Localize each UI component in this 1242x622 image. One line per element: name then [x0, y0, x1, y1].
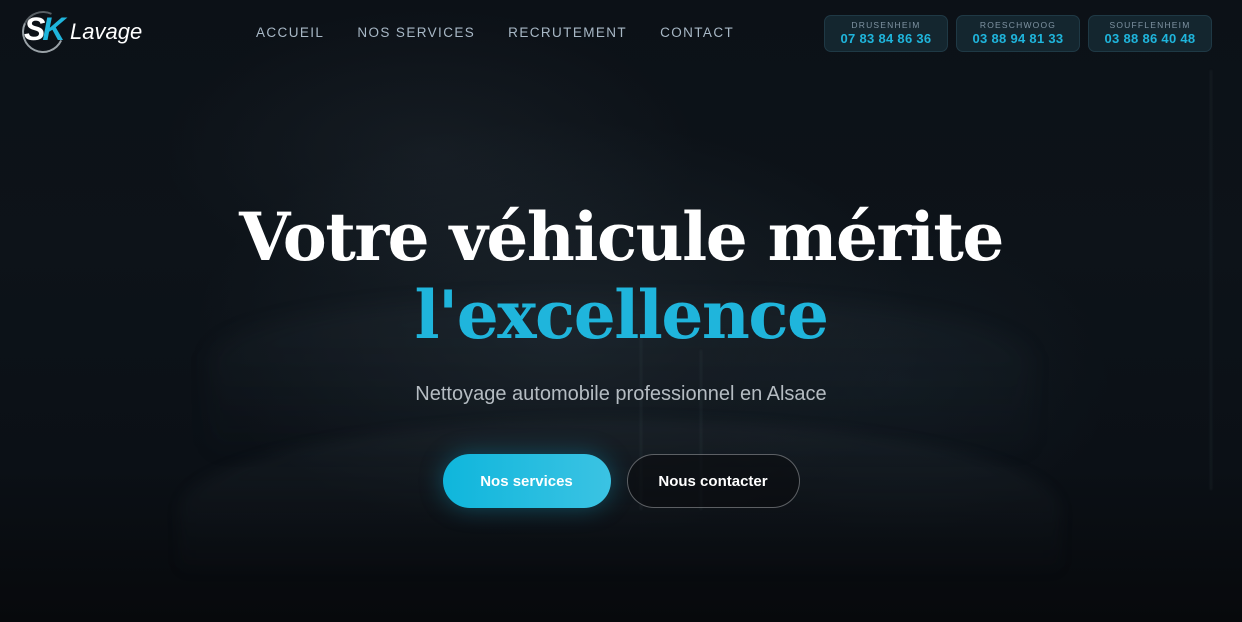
contact-button[interactable]: Nous contacter: [626, 454, 800, 508]
site-logo[interactable]: SK Lavage: [16, 5, 143, 59]
hero-actions: Nos services Nous contacter: [0, 454, 1242, 508]
hero-subtitle: Nettoyage automobile professionnel en Al…: [415, 383, 827, 405]
phone-number: 03 88 86 40 48: [1104, 31, 1196, 46]
hero-title-accent: l'excellence: [414, 276, 829, 354]
logo-mark: SK: [16, 5, 70, 59]
phone-city: ROESCHWOOG: [979, 20, 1057, 30]
nav-item-recrutement[interactable]: RECRUTEMENT: [508, 25, 627, 40]
phone-card-soufflenheim[interactable]: SOUFFLENHEIM 03 88 86 40 48: [1088, 15, 1212, 52]
phone-card-roeschwoog[interactable]: ROESCHWOOG 03 88 94 81 33: [956, 15, 1080, 52]
logo-name: Lavage: [70, 19, 143, 44]
hero-title-line1: Votre véhicule mérite: [239, 198, 1004, 276]
logo-letter-k: K: [42, 11, 65, 47]
hero-title: Votre véhicule mérite l'excellence: [0, 198, 1242, 354]
nav-item-nos-services[interactable]: NOS SERVICES: [357, 25, 475, 40]
logo-letters: SK: [24, 11, 65, 48]
phone-card-drusenheim[interactable]: DRUSENHEIM 07 83 84 86 36: [824, 15, 948, 52]
hero-section: Votre véhicule mérite l'excellence Netto…: [0, 0, 1242, 622]
logo-letter-s: S: [24, 11, 45, 47]
phone-number: 07 83 84 86 36: [840, 31, 932, 46]
phone-contacts: DRUSENHEIM 07 83 84 86 36 ROESCHWOOG 03 …: [824, 15, 1212, 52]
nav-item-accueil[interactable]: ACCUEIL: [256, 25, 324, 40]
site-header: SK Lavage ACCUEIL NOS SERVICES RECRUTEME…: [0, 0, 1242, 66]
services-button[interactable]: Nos services: [442, 454, 611, 508]
phone-city: SOUFFLENHEIM: [1109, 20, 1191, 30]
nav-item-contact[interactable]: CONTACT: [660, 25, 734, 40]
phone-city: DRUSENHEIM: [851, 20, 921, 30]
main-nav: ACCUEIL NOS SERVICES RECRUTEMENT CONTACT: [256, 25, 734, 40]
phone-number: 03 88 94 81 33: [972, 31, 1064, 46]
